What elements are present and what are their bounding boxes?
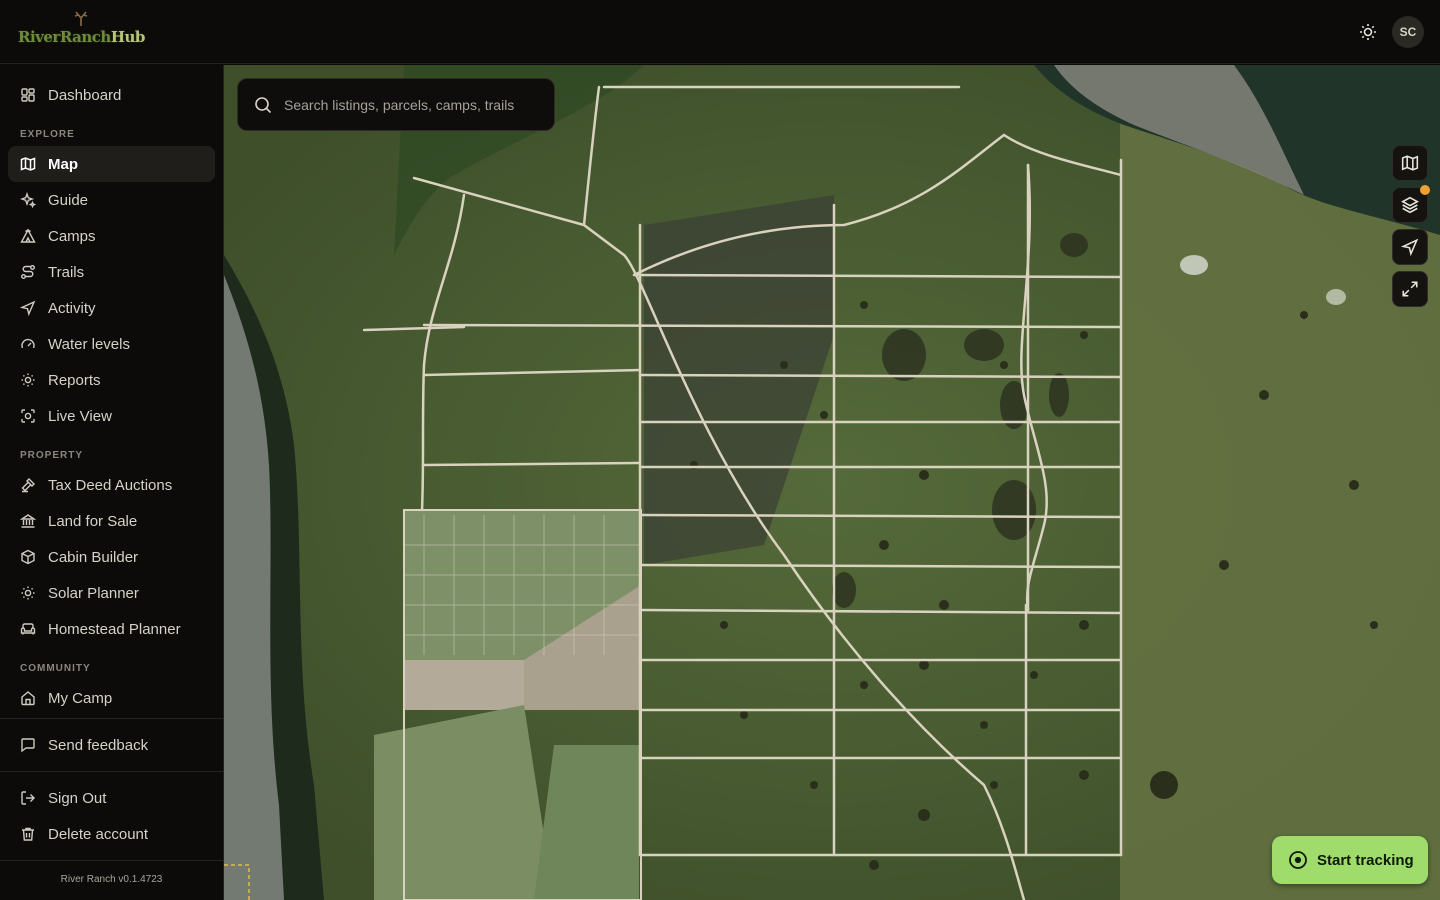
sidebar-item-label: Activity [48,299,96,317]
sidebar-item-label: Land for Sale [48,512,138,530]
locate-button[interactable] [1392,229,1428,265]
sidebar-item-label: Dashboard [48,86,122,104]
sidebar-item-label: Cabin Builder [48,548,139,566]
sidebar-item-label: Guide [48,191,89,209]
sidebar-divider [0,771,223,772]
sidebar-item-map[interactable]: Map [8,146,215,182]
sidebar-item-homestead-planner[interactable]: Homestead Planner [8,611,215,647]
layers-badge [1420,185,1430,195]
map-search-bar[interactable] [237,78,555,131]
sidebar-item-label: Camps [48,227,96,245]
sidebar-item-label: Reports [48,371,101,389]
sidebar-item-guide[interactable]: Guide [8,182,215,218]
delete-account-button[interactable]: Delete account [8,816,215,852]
map-icon [20,157,36,171]
sidebar-item-activity[interactable]: Activity [8,290,215,326]
sidebar-item-label: Send feedback [48,736,149,754]
sidebar-item-label: Tax Deed Auctions [48,476,173,494]
sidebar-item-land-for-sale[interactable]: Land for Sale [8,503,215,539]
sidebar-item-label: Trails [48,263,85,281]
antler-icon [70,10,92,30]
sidebar-item-label: Homestead Planner [48,620,181,638]
send-feedback-button[interactable]: Send feedback [8,727,215,763]
app-logo[interactable]: RiverRanchHub [14,10,145,54]
map-imagery [224,65,1440,900]
sidebar-item-label: Sign Out [48,789,107,807]
theme-toggle-button[interactable] [1356,20,1380,44]
sidebar-item-label: Delete account [48,825,149,843]
sidebar-item-label: Water levels [48,335,130,353]
map-icon [1401,155,1419,171]
basemap-button[interactable] [1392,145,1428,181]
camera-icon [21,409,35,423]
sofa-icon [20,623,36,635]
sidebar-item-cabin-builder[interactable]: Cabin Builder [8,539,215,575]
logo-text: RiverRanchHub [18,28,145,46]
user-avatar[interactable]: SC [1392,16,1424,48]
sparkle-icon [20,192,36,208]
sidebar-divider [0,718,223,719]
sidebar-item-trails[interactable]: Trails [8,254,215,290]
tent-icon [20,228,36,243]
logout-icon [21,791,35,805]
sidebar-item-label: Solar Planner [48,584,139,602]
trash-icon [22,827,34,841]
home-icon [21,691,35,706]
top-bar: RiverRanchHub SC [0,0,1440,64]
route-icon [21,265,35,279]
app-version: River Ranch v0.1.4723 [60,874,163,885]
sidebar-item-live-view[interactable]: Live View [8,398,215,434]
sidebar-item-solar-planner[interactable]: Solar Planner [8,575,215,611]
start-tracking-label: Start tracking [1317,851,1414,869]
navigation-icon [20,300,36,316]
sidebar-item-tax-deed-auctions[interactable]: Tax Deed Auctions [8,467,215,503]
gavel-icon [21,478,35,493]
target-icon [1289,851,1307,869]
sidebar-item-label: My Camp [48,689,113,707]
search-icon [255,96,272,113]
expand-icon [1402,281,1418,297]
sidebar-item-camps[interactable]: Camps [8,218,215,254]
section-label-explore: EXPLORE [20,129,75,140]
layers-icon [1401,196,1419,214]
satellite-map[interactable] [224,65,1440,900]
sidebar: Dashboard EXPLORE Map Guide Camps Trails… [0,65,224,900]
gauge-icon [21,338,35,349]
section-label-community: COMMUNITY [20,663,91,674]
sidebar-item-my-camp[interactable]: My Camp [8,680,215,716]
bank-icon [20,514,36,528]
sun-icon [21,586,35,600]
sidebar-item-dashboard[interactable]: Dashboard [8,77,215,113]
sidebar-item-reports[interactable]: Reports [8,362,215,398]
sign-out-button[interactable]: Sign Out [8,780,215,816]
start-tracking-button[interactable]: Start tracking [1272,836,1428,884]
sidebar-divider [0,860,223,861]
message-icon [21,738,35,753]
fullscreen-button[interactable] [1392,271,1428,307]
sidebar-item-label: Map [48,155,78,173]
dashboard-icon [21,88,35,102]
search-input[interactable] [284,96,514,113]
box-icon [21,549,35,565]
section-label-property: PROPERTY [20,450,84,461]
navigation-icon [1401,238,1419,256]
sidebar-item-water-levels[interactable]: Water levels [8,326,215,362]
sun-icon [21,373,35,387]
sidebar-item-label: Live View [48,407,112,425]
sun-icon [1360,24,1376,40]
